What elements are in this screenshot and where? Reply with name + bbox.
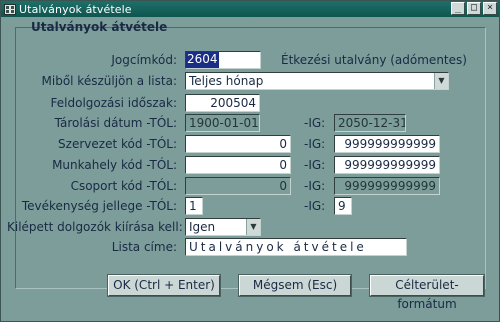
tarolasi-label: Tárolási dátum -TÓL: bbox=[54, 116, 177, 130]
target-format-button[interactable]: Célterület-formátum bbox=[369, 274, 485, 311]
window: Utalványok átvétele _ □ × Utalványok átv… bbox=[0, 0, 500, 322]
csoport-to-field: 999999999999 bbox=[334, 177, 440, 195]
szervezet-label: Szervezet kód -TÓL: bbox=[58, 137, 177, 151]
munkahely-ig-label: -IG: bbox=[304, 158, 326, 172]
szervezet-to-field[interactable]: 999999999999 bbox=[334, 135, 440, 153]
tarolasi-ig-label: -IG: bbox=[304, 116, 326, 130]
mibol-value: Teljes hónap bbox=[189, 74, 264, 88]
munkahely-to-field[interactable]: 999999999999 bbox=[334, 156, 440, 174]
app-icon[interactable] bbox=[4, 3, 16, 15]
kilepett-select[interactable]: Igen ▼ bbox=[185, 218, 261, 236]
idoszak-label: Feldolgozási időszak: bbox=[50, 96, 177, 110]
munkahely-from-field[interactable]: 0 bbox=[185, 156, 291, 174]
kilepett-value: Igen bbox=[189, 220, 216, 234]
szervezet-from-field[interactable]: 0 bbox=[185, 135, 291, 153]
csoport-label: Csoport kód -TÓL: bbox=[70, 179, 177, 193]
cancel-button[interactable]: Mégsem (Esc) bbox=[238, 274, 352, 297]
tevekenyseg-from-field[interactable]: 1 bbox=[185, 197, 203, 215]
lista-cime-field[interactable]: Utalványok átvétele bbox=[185, 238, 407, 256]
csoport-from-field: 0 bbox=[185, 177, 291, 195]
tevekenyseg-label: Tevékenység jellege -TÓL: bbox=[21, 199, 177, 213]
tevekenyseg-ig-label: -IG: bbox=[304, 199, 326, 213]
mibol-select[interactable]: Teljes hónap ▼ bbox=[185, 72, 449, 90]
lista-cime-label: Lista címe: bbox=[111, 240, 177, 254]
kilepett-label: Kilépett dolgozók kiírása kell: bbox=[7, 220, 183, 234]
title-bar[interactable]: Utalványok átvétele _ □ × bbox=[1, 1, 499, 17]
jogcimkod-label: Jogcímkód: bbox=[111, 53, 177, 67]
maximize-button[interactable]: □ bbox=[467, 2, 481, 15]
chevron-down-icon[interactable]: ▼ bbox=[434, 73, 448, 89]
szervezet-ig-label: -IG: bbox=[304, 137, 326, 151]
munkahely-label: Munkahely kód -TÓL: bbox=[52, 158, 177, 172]
minimize-button[interactable]: _ bbox=[451, 2, 465, 15]
chevron-down-icon[interactable]: ▼ bbox=[246, 219, 260, 235]
close-button[interactable]: × bbox=[483, 2, 497, 15]
mibol-label: Miből készüljön a lista: bbox=[41, 74, 177, 88]
panel-title: Utalványok átvétele bbox=[31, 20, 168, 34]
ok-button[interactable]: OK (Ctrl + Enter) bbox=[107, 274, 221, 297]
idoszak-field[interactable]: 200504 bbox=[185, 94, 260, 112]
window-controls: _ □ × bbox=[451, 2, 497, 15]
tevekenyseg-to-field[interactable]: 9 bbox=[334, 197, 352, 215]
csoport-ig-label: -IG: bbox=[304, 179, 326, 193]
window-title: Utalványok átvétele bbox=[19, 2, 132, 16]
jogcimkod-field[interactable]: 2604 bbox=[185, 51, 261, 69]
jogcimkod-description: Étkezési utalvány (adómentes) bbox=[281, 53, 467, 67]
tarolasi-to-field: 2050-12-31 bbox=[334, 114, 406, 132]
tarolasi-from-field: 1900-01-01 bbox=[185, 114, 260, 132]
jogcimkod-selected-value: 2604 bbox=[186, 52, 219, 68]
